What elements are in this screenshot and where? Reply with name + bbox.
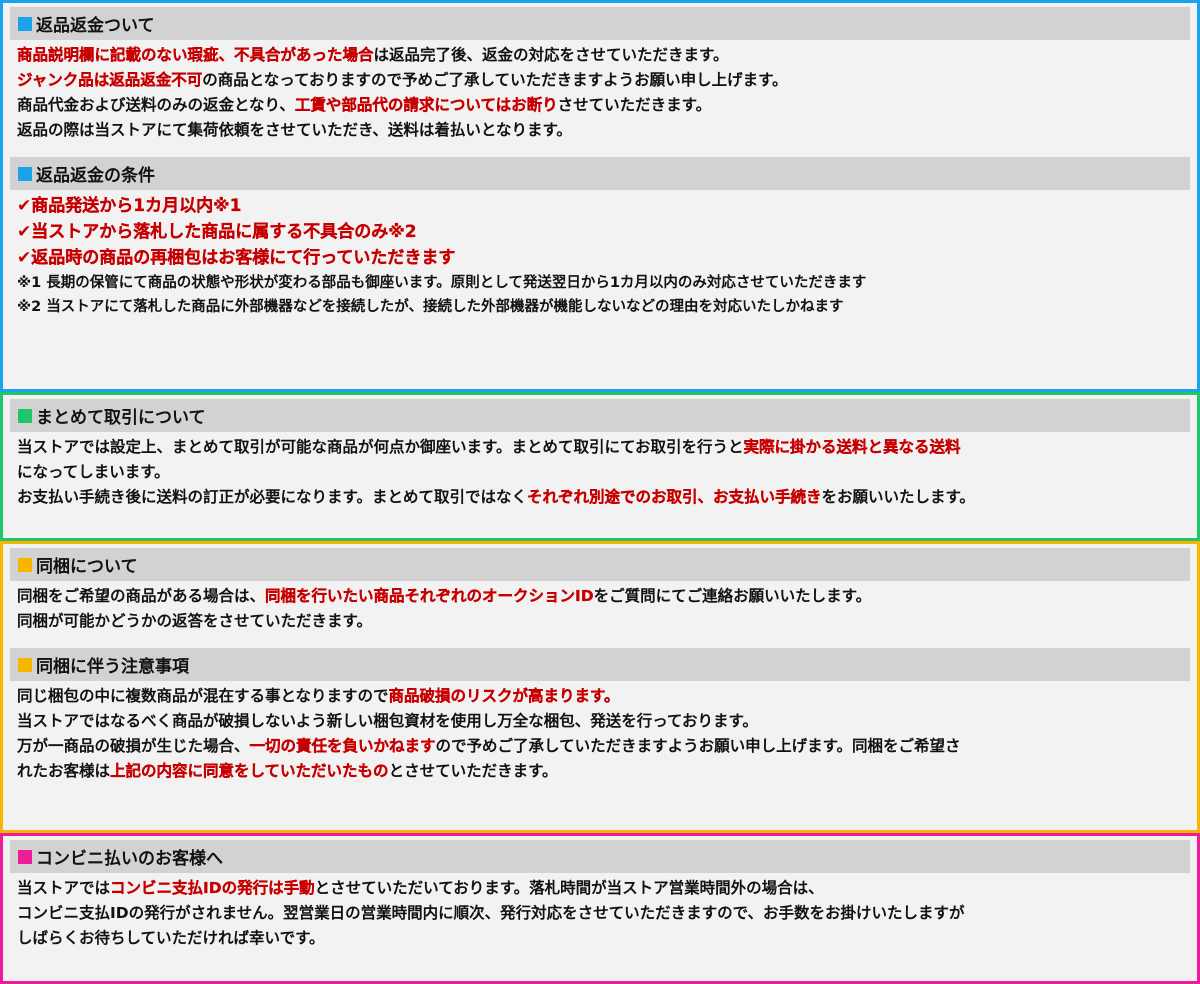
text-line: ジャンク品は返品返金不可の商品となっておりますので予めご了承していただきますよう… [17, 68, 1190, 93]
section-title: 同梱に伴う注意事項 [36, 657, 189, 677]
body-text: とさせていただいております。落札時間が当ストア営業時間外の場合は、 [314, 879, 824, 897]
text-line: 商品代金および送料のみの返金となり、工賃や部品代の請求についてはお断りさせていた… [17, 93, 1190, 118]
condition-item: ✔商品発送から1カ月以内※1 [17, 196, 242, 216]
blue-square-icon [18, 16, 32, 31]
text-line: になってしまいます。 [17, 460, 1190, 485]
orange-square-icon [18, 657, 32, 672]
text-line: しばらくお待ちしていただければ幸いです。 [17, 926, 1190, 951]
section-title: 同梱について [36, 557, 138, 577]
text-line: 商品説明欄に記載のない瑕疵、不具合があった場合は返品完了後、返金の対応をさせてい… [17, 43, 1190, 68]
body-text: になってしまいます。 [17, 463, 170, 481]
condition-note: ※1 長期の保管にて商品の状態や形状が変わる部品も御座います。原則として発送翌日… [17, 275, 867, 291]
highlight-text: コンビニ支払IDの発行は手動 [110, 879, 315, 897]
section-header: コンビニ払いのお客様へ [10, 840, 1190, 873]
bundling-body: 同梱をご希望の商品がある場合は、同梱を行いたい商品それぞれのオークションIDをご… [10, 581, 1190, 634]
bundling-panel: 同梱について 同梱をご希望の商品がある場合は、同梱を行いたい商品それぞれのオーク… [0, 541, 1200, 833]
section-title: コンビニ払いのお客様へ [36, 849, 223, 869]
conditions-body: ✔商品発送から1カ月以内※1 ✔当ストアから落札した商品に属する不具合のみ※2 … [10, 190, 1190, 319]
body-text: させていただきます。 [557, 96, 712, 114]
orange-square-icon [18, 557, 32, 572]
highlight-text: 実際に掛かる送料と異なる送料 [743, 438, 961, 456]
body-text: 商品代金および送料のみの返金となり、 [17, 96, 295, 114]
body-text: お支払い手続き後に送料の訂正が必要になります。まとめて取引ではなく [17, 488, 527, 506]
bundling-notes-body: 同じ梱包の中に複数商品が混在する事となりますので商品破損のリスクが高まります。当… [10, 681, 1190, 784]
text-line: 当ストアではコンビニ支払IDの発行は手動とさせていただいております。落札時間が当… [17, 876, 1190, 901]
text-line: 当ストアではなるべく商品が破損しないよう新しい梱包資材を使用し万全な梱包、発送を… [17, 709, 1190, 734]
highlight-text: 工賃や部品代の請求についてはお断り [294, 96, 558, 114]
body-text: をご質問にてご連絡お願いいたします。 [593, 587, 872, 605]
text-line: 同梱をご希望の商品がある場合は、同梱を行いたい商品それぞれのオークションIDをご… [17, 584, 1190, 609]
section-title: まとめて取引について [36, 408, 206, 428]
highlight-text: 商品破損のリスクが高まります。 [388, 687, 620, 705]
highlight-text: 商品説明欄に記載のない瑕疵、不具合があった場合 [17, 46, 374, 64]
section-header: まとめて取引について [10, 399, 1190, 432]
body-text: 当ストアではなるべく商品が破損しないよう新しい梱包資材を使用し万全な梱包、発送を… [17, 712, 758, 730]
body-text: 返品の際は当ストアにて集荷依頼をさせていただき、送料は着払いとなります。 [17, 121, 572, 139]
body-text: 同じ梱包の中に複数商品が混在する事となりますので [17, 687, 389, 705]
body-text: 同梱が可能かどうかの返答をさせていただきます。 [17, 612, 372, 630]
body-text: れたお客様は [17, 762, 111, 780]
highlight-text: 上記の内容に同意をしていただいたもの [110, 762, 389, 780]
body-text: 当ストアでは [17, 879, 111, 897]
body-text: 当ストアでは設定上、まとめて取引が可能な商品が何点か御座います。まとめて取引にて… [17, 438, 744, 456]
body-text: 万が一商品の破損が生じた場合、 [17, 737, 250, 755]
section-header: 返品返金ついて [10, 7, 1190, 40]
text-line: 万が一商品の破損が生じた場合、一切の責任を負いかねますので予めご了承していただき… [17, 734, 1190, 759]
body-text: をお願いいたします。 [821, 488, 975, 506]
combined-body: 当ストアでは設定上、まとめて取引が可能な商品が何点か御座います。まとめて取引にて… [10, 432, 1190, 510]
section-header: 返品返金の条件 [10, 157, 1190, 190]
returns-body: 商品説明欄に記載のない瑕疵、不具合があった場合は返品完了後、返金の対応をさせてい… [10, 40, 1190, 143]
text-line: 当ストアでは設定上、まとめて取引が可能な商品が何点か御座います。まとめて取引にて… [17, 435, 1190, 460]
condition-note: ※2 当ストアにて落札した商品に外部機器などを接続したが、接続した外部機器が機能… [17, 299, 844, 315]
returns-section: 返品返金ついて 商品説明欄に記載のない瑕疵、不具合があった場合は返品完了後、返金… [10, 7, 1190, 143]
body-text: しばらくお待ちしていただければ幸いです。 [17, 929, 325, 947]
highlight-text: 一切の責任を負いかねます [249, 737, 436, 755]
text-line: コンビニ支払IDの発行がされません。翌営業日の営業時間内に順次、発行対応をさせて… [17, 901, 1190, 926]
body-text: とさせていただきます。 [388, 762, 558, 780]
check-icon: ✔ [17, 248, 32, 268]
text-line: 同じ梱包の中に複数商品が混在する事となりますので商品破損のリスクが高まります。 [17, 684, 1190, 709]
body-text: の商品となっておりますので予めご了承していただきますようお願い申し上げます。 [202, 71, 788, 89]
body-text: コンビニ支払IDの発行がされません。翌営業日の営業時間内に順次、発行対応をさせて… [17, 904, 965, 922]
conditions-section: 返品返金の条件 ✔商品発送から1カ月以内※1 ✔当ストアから落札した商品に属する… [10, 157, 1190, 319]
convenience-section: コンビニ払いのお客様へ 当ストアではコンビニ支払IDの発行は手動とさせていただい… [10, 840, 1190, 951]
highlight-text: 同梱を行いたい商品それぞれのオークションID [265, 587, 594, 605]
text-line: 同梱が可能かどうかの返答をさせていただきます。 [17, 609, 1190, 634]
body-text: ので予めご了承していただきますようお願い申し上げます。同梱をご希望さ [435, 737, 961, 755]
green-square-icon [18, 408, 32, 423]
section-header: 同梱に伴う注意事項 [10, 648, 1190, 681]
bundling-section: 同梱について 同梱をご希望の商品がある場合は、同梱を行いたい商品それぞれのオーク… [10, 548, 1190, 634]
blue-square-icon [18, 166, 32, 181]
pink-square-icon [18, 849, 32, 864]
highlight-text: ジャンク品は返品返金不可 [17, 71, 203, 89]
returns-panel: 返品返金ついて 商品説明欄に記載のない瑕疵、不具合があった場合は返品完了後、返金… [0, 0, 1200, 392]
check-icon: ✔ [17, 196, 32, 216]
condition-item: ✔当ストアから落札した商品に属する不具合のみ※2 [17, 222, 417, 242]
combined-panel: まとめて取引について 当ストアでは設定上、まとめて取引が可能な商品が何点か御座い… [0, 392, 1200, 541]
section-header: 同梱について [10, 548, 1190, 581]
body-text: 同梱をご希望の商品がある場合は、 [17, 587, 266, 605]
section-title: 返品返金ついて [36, 16, 155, 36]
convenience-body: 当ストアではコンビニ支払IDの発行は手動とさせていただいております。落札時間が当… [10, 873, 1190, 951]
body-text: は返品完了後、返金の対応をさせていただきます。 [373, 46, 729, 64]
check-icon: ✔ [17, 222, 32, 242]
highlight-text: それぞれ別途でのお取引、お支払い手続き [526, 488, 822, 506]
text-line: お支払い手続き後に送料の訂正が必要になります。まとめて取引ではなくそれぞれ別途で… [17, 485, 1190, 510]
combined-section: まとめて取引について 当ストアでは設定上、まとめて取引が可能な商品が何点か御座い… [10, 399, 1190, 510]
text-line: 返品の際は当ストアにて集荷依頼をさせていただき、送料は着払いとなります。 [17, 118, 1190, 143]
text-line: れたお客様は上記の内容に同意をしていただいたものとさせていただきます。 [17, 759, 1190, 784]
bundling-notes-section: 同梱に伴う注意事項 同じ梱包の中に複数商品が混在する事となりますので商品破損のリ… [10, 648, 1190, 784]
convenience-panel: コンビニ払いのお客様へ 当ストアではコンビニ支払IDの発行は手動とさせていただい… [0, 833, 1200, 984]
condition-item: ✔返品時の商品の再梱包はお客様にて行っていただきます [17, 248, 456, 268]
section-title: 返品返金の条件 [36, 166, 155, 186]
